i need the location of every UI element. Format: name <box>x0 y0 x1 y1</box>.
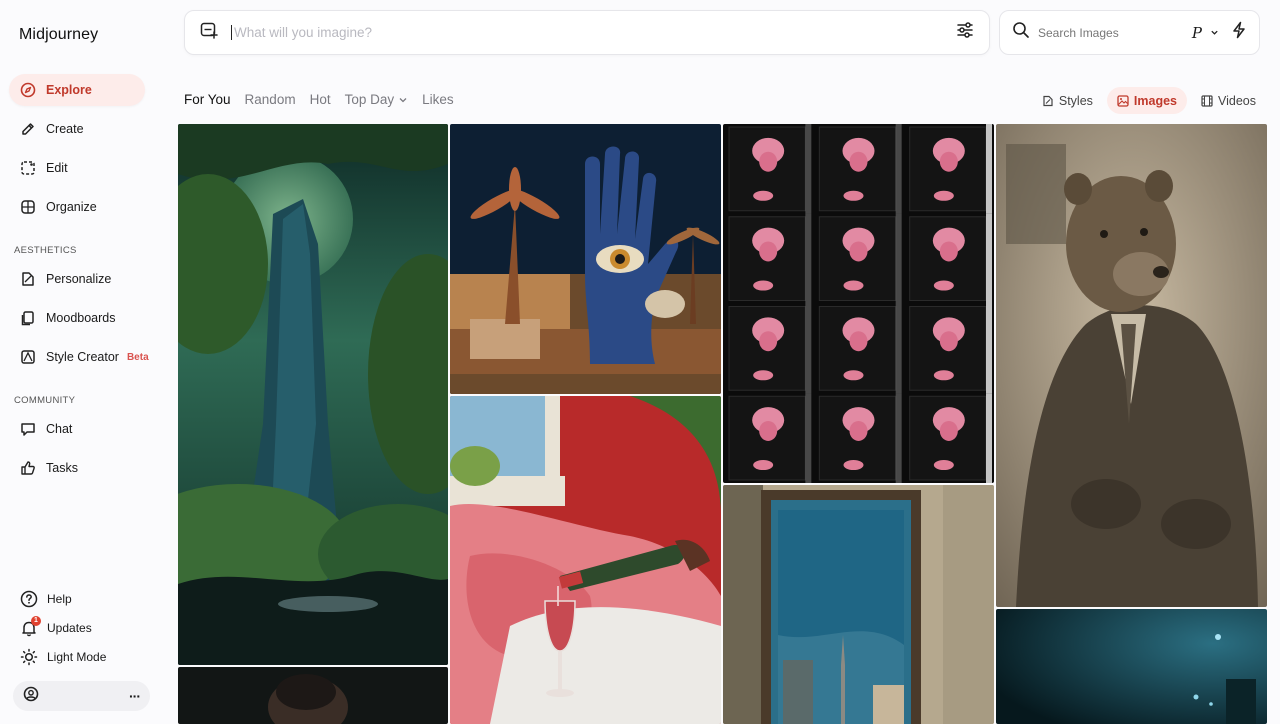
grid-icon <box>19 198 37 216</box>
settings-sliders-icon[interactable] <box>955 20 975 45</box>
brush-icon <box>19 120 37 138</box>
sidebar-item-edit[interactable]: Edit <box>9 152 145 184</box>
image-tile-eye-hand[interactable] <box>450 124 721 394</box>
updates-label: Updates <box>47 621 92 635</box>
app-root: Midjourney Explore Create Edit Organize <box>0 0 1280 724</box>
tab-images-label: Images <box>1133 93 1177 108</box>
sidebar-item-label: Create <box>46 122 84 136</box>
tab-for-you[interactable]: For You <box>184 92 231 107</box>
bell-icon: 1 <box>20 616 41 637</box>
image-icon <box>1117 94 1129 107</box>
tab-styles[interactable]: Styles <box>1032 87 1103 114</box>
chevron-down-icon <box>398 95 408 105</box>
image-tile-portrait-dark[interactable] <box>178 667 448 724</box>
tab-styles-label: Styles <box>1058 93 1093 108</box>
compass-icon <box>19 81 37 99</box>
updates-badge: 1 <box>31 616 41 626</box>
help-label: Help <box>47 592 72 606</box>
styles-icon <box>1042 95 1054 107</box>
sidebar-item-moodboards[interactable]: Moodboards <box>9 302 145 334</box>
aesthetics-section-label: AESTHETICS <box>14 245 77 256</box>
sidebar-item-explore[interactable]: Explore <box>9 74 145 106</box>
help-icon <box>20 590 38 608</box>
palette-icon <box>19 348 37 366</box>
help-link[interactable]: Help <box>20 590 72 608</box>
film-icon <box>1201 94 1213 107</box>
personalize-icon <box>19 270 37 288</box>
prompt-input[interactable] <box>231 25 955 40</box>
sidebar-item-label: Moodboards <box>46 311 116 325</box>
thumbs-up-icon <box>19 459 37 477</box>
tab-images[interactable]: Images <box>1106 87 1187 114</box>
light-mode-label: Light Mode <box>47 650 107 664</box>
sidebar-item-tasks[interactable]: Tasks <box>9 452 145 484</box>
image-tile-film-contact-sheet[interactable] <box>723 124 994 483</box>
sidebar-item-label: Chat <box>46 422 73 436</box>
more-options-icon[interactable]: ··· <box>129 688 141 704</box>
image-tile-champagne-pour[interactable] <box>450 396 721 724</box>
sidebar-item-label: Edit <box>46 161 68 175</box>
tab-top-day-label: Top Day <box>344 92 395 107</box>
sidebar-item-label: Style Creator <box>46 350 119 364</box>
moodboard-icon <box>19 309 37 327</box>
brand-logo[interactable]: Midjourney <box>19 26 98 44</box>
profile-mode-select[interactable]: P <box>1192 24 1219 42</box>
sidebar-item-style-creator[interactable]: Style Creator Beta <box>9 341 159 373</box>
tab-random[interactable]: Random <box>245 92 296 107</box>
sidebar-item-label: Organize <box>46 200 97 214</box>
image-tile-bear-portrait[interactable] <box>996 124 1267 607</box>
sidebar-item-personalize[interactable]: Personalize <box>9 263 145 295</box>
sidebar-item-organize[interactable]: Organize <box>9 191 145 223</box>
search-input[interactable] <box>1038 25 1192 40</box>
user-avatar-icon <box>23 686 39 707</box>
beta-badge: Beta <box>126 351 149 363</box>
light-mode-toggle[interactable]: Light Mode <box>20 648 106 666</box>
sidebar-item-create[interactable]: Create <box>9 113 145 145</box>
feed-tabs: For You Random Hot Top Day Likes <box>184 92 454 107</box>
chat-icon <box>19 420 37 438</box>
sidebar-item-chat[interactable]: Chat <box>9 413 145 445</box>
media-type-tabs: Styles Images Videos <box>1032 87 1266 114</box>
sun-icon <box>20 648 38 666</box>
sidebar-item-label: Tasks <box>46 461 78 475</box>
sidebar: Midjourney Explore Create Edit Organize <box>0 0 170 724</box>
tab-likes[interactable]: Likes <box>422 92 454 107</box>
updates-link[interactable]: 1 Updates <box>20 616 92 637</box>
lightning-icon[interactable] <box>1231 21 1247 44</box>
sidebar-item-label: Explore <box>46 83 92 97</box>
community-section-label: COMMUNITY <box>14 395 76 406</box>
edit-frame-icon <box>19 159 37 177</box>
search-bar: P <box>999 10 1260 55</box>
search-icon <box>1012 21 1030 44</box>
prompt-bar <box>184 10 990 55</box>
chevron-down-icon <box>1210 28 1219 37</box>
tab-videos[interactable]: Videos <box>1191 87 1266 114</box>
profile-mode-value: P <box>1191 23 1202 42</box>
image-tile-obelisk-jungle[interactable] <box>178 124 448 665</box>
user-menu[interactable]: ··· <box>13 681 150 711</box>
tab-videos-label: Videos <box>1218 93 1256 108</box>
image-tile-window-city[interactable] <box>723 485 994 724</box>
tab-hot[interactable]: Hot <box>310 92 331 107</box>
image-tile-dark-teal-lights[interactable] <box>996 609 1267 724</box>
sidebar-item-label: Personalize <box>46 272 112 286</box>
tab-top-day[interactable]: Top Day <box>345 92 409 107</box>
add-image-icon[interactable] <box>199 20 219 45</box>
